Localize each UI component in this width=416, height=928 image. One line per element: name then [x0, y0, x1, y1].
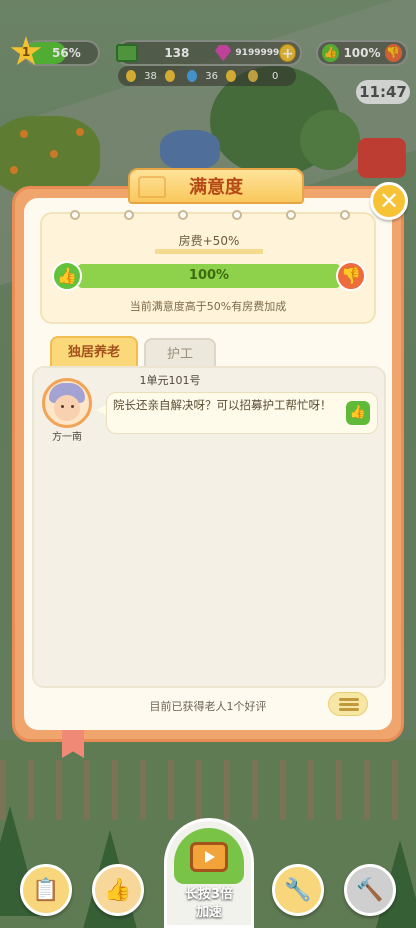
close-button[interactable]: ✕: [370, 182, 408, 220]
ring: [232, 210, 242, 220]
room-number: 1单元101号: [139, 374, 201, 387]
level-number: 1: [21, 45, 31, 59]
room-fee-bonus: 房费+50%: [155, 232, 263, 254]
review-list-button[interactable]: [328, 692, 368, 716]
avatar-eye: [71, 405, 74, 408]
thumbs-up-icon: 👍: [346, 401, 370, 425]
review-summary: 目前已获得老人1个好评: [149, 700, 267, 713]
elder-message: 院长还亲自解决呀？可以招募护工帮忙呀！: [106, 392, 378, 434]
dialog-title: 满意度: [189, 177, 243, 198]
tab-caregivers[interactable]: 护工: [144, 338, 216, 368]
tasks-button[interactable]: 📋: [20, 864, 72, 916]
demolish-button[interactable]: 🔨: [344, 864, 396, 916]
avatar-face: [54, 395, 80, 421]
house-icon: [138, 176, 166, 198]
thumbs-down-icon: 👎: [336, 261, 366, 291]
notebook-rings: [70, 210, 350, 220]
avatar-eye: [61, 405, 64, 408]
thumbs-up-icon: 👍: [104, 877, 132, 903]
ring: [340, 210, 350, 220]
ring: [178, 210, 188, 220]
thumbs-up-icon: 👍: [52, 261, 82, 291]
satisfaction-note: 当前满意度高于50%有房费加成: [129, 300, 287, 313]
list-icon: [339, 703, 359, 706]
list-icon: [339, 708, 359, 711]
fast-forward-tv-icon: [190, 842, 228, 872]
close-icon: ✕: [378, 187, 400, 215]
dialog-title-banner: 满意度: [128, 168, 304, 204]
clipboard-icon: 📋: [32, 877, 60, 903]
ring: [70, 210, 80, 220]
hammer-icon: 🔨: [356, 877, 384, 903]
ring: [124, 210, 134, 220]
build-tools-button[interactable]: 🔧: [272, 864, 324, 916]
satisfaction-bar: 100%: [78, 264, 340, 288]
elder-name: 方一南: [52, 432, 82, 443]
elder-avatar[interactable]: [42, 378, 92, 428]
speed-up-label: 长按3倍 加速: [164, 886, 254, 922]
speed-up-label-line1: 长按3倍: [184, 887, 234, 902]
approval-button[interactable]: 👍: [92, 864, 144, 916]
tab-living-alone-elders[interactable]: 独居养老: [50, 336, 138, 366]
wrench-icon: 🔧: [284, 877, 312, 903]
speed-up-label-line2: 加速: [195, 905, 222, 920]
ring: [286, 210, 296, 220]
satisfaction-value: 100%: [188, 268, 230, 283]
list-icon: [339, 698, 359, 701]
